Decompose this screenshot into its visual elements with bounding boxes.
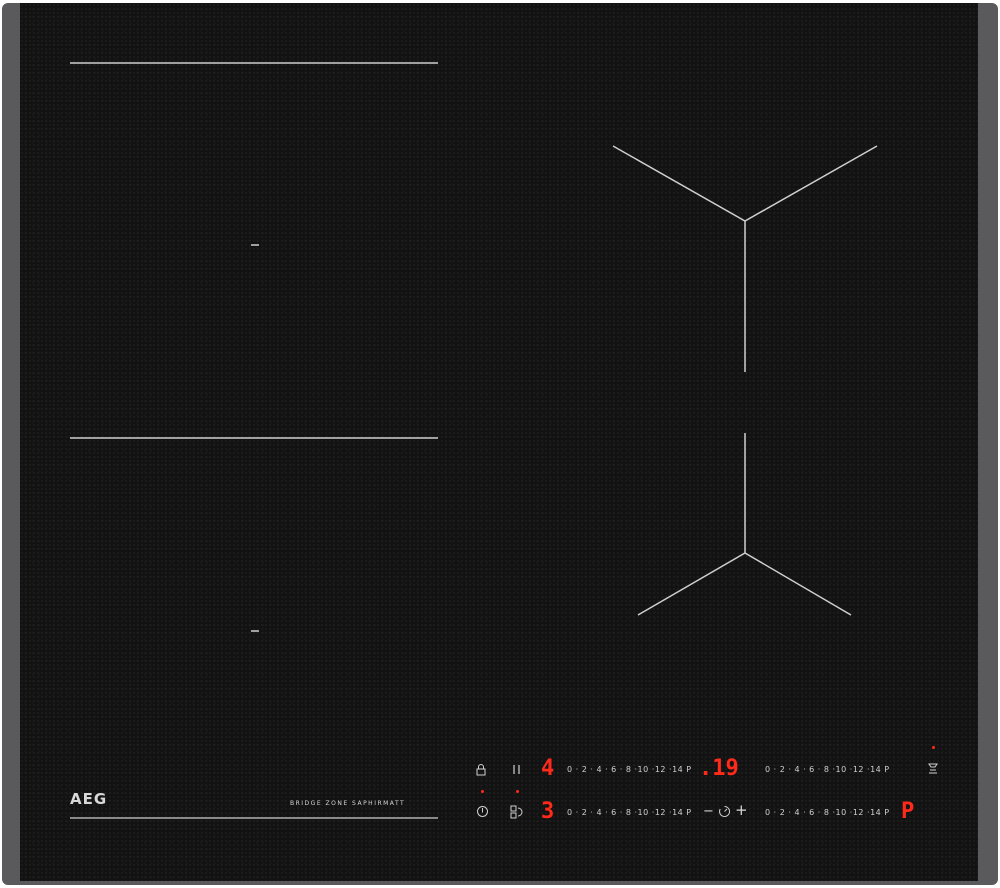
slider-front-left[interactable]: 0 · 2 · 4 · 6 · 8 ·10 ·12 ·14 P	[567, 766, 692, 774]
slider-rear-right[interactable]: 0 · 2 · 4 · 6 · 8 ·10 ·12 ·14 P	[765, 809, 890, 817]
pause-icon[interactable]	[511, 763, 523, 778]
power-level-display-rear-right: P	[901, 799, 915, 824]
timer-icon[interactable]	[718, 805, 731, 820]
hob2hood-icon[interactable]	[926, 761, 940, 779]
slider-rear-left[interactable]: 0 · 2 · 4 · 6 · 8 ·10 ·12 ·14 P	[567, 809, 692, 817]
brand-logo: AEG	[70, 790, 108, 808]
indicator-dot-hood	[932, 746, 935, 749]
timer-plus-button[interactable]: +	[735, 803, 748, 818]
timer-minus-button[interactable]: −	[703, 805, 714, 818]
bridge-icon[interactable]	[510, 805, 523, 821]
zone-y-bottom	[637, 552, 852, 616]
power-level-display-rear-left: 3	[541, 799, 555, 824]
timer-display: .19	[699, 756, 739, 781]
slider-front-right[interactable]: 0 · 2 · 4 · 6 · 8 ·10 ·12 ·14 P	[765, 766, 890, 774]
indicator-dot-power	[481, 790, 484, 793]
tagline: BRIDGE ZONE SAPHIRMATT	[290, 800, 406, 807]
power-level-display-front-left: 4	[541, 756, 555, 781]
lock-icon[interactable]	[475, 763, 487, 778]
indicator-dot-bridge	[516, 790, 519, 793]
power-icon[interactable]	[476, 805, 489, 820]
zone-y-top	[612, 145, 878, 222]
zone-markings	[70, 62, 878, 819]
